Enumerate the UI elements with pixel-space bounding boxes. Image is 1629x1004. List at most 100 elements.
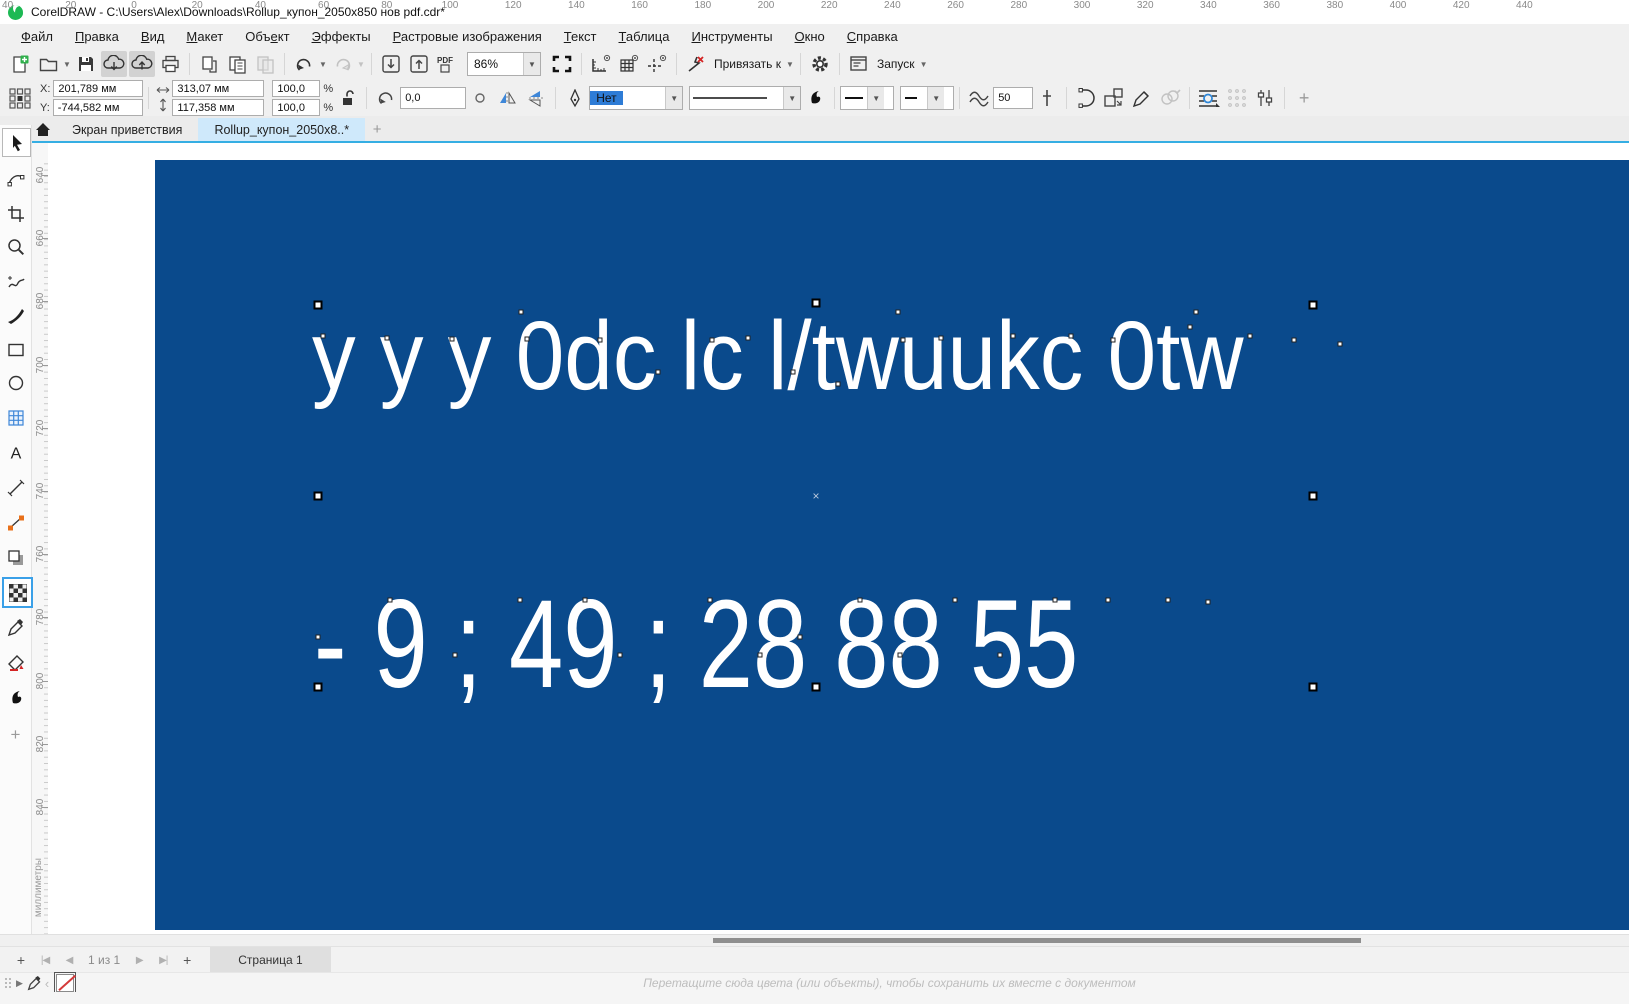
new-document-button[interactable] xyxy=(7,51,33,77)
adjust-sliders-icon[interactable] xyxy=(1252,85,1278,111)
ruler-corner[interactable] xyxy=(31,143,48,158)
show-grid-button[interactable] xyxy=(616,51,642,77)
horizontal-scrollbar-thumb[interactable] xyxy=(713,938,1361,943)
position-widget-icon[interactable] xyxy=(7,85,33,111)
curve-node-marker[interactable] xyxy=(320,333,326,339)
line-style-dropdown[interactable]: ▼ xyxy=(783,87,801,109)
undo-dropdown[interactable]: ▼ xyxy=(318,51,328,77)
menu-item-Файл[interactable]: Файл xyxy=(10,26,64,47)
smoothing-field[interactable]: 50 xyxy=(993,87,1034,109)
page-tab[interactable]: Страница 1 xyxy=(210,947,331,973)
add-plus-icon[interactable]: + xyxy=(1291,85,1317,111)
rectangle-tool[interactable] xyxy=(2,336,29,363)
selection-handle[interactable] xyxy=(313,300,323,310)
curve-node-marker[interactable] xyxy=(384,335,390,341)
paste-button[interactable] xyxy=(252,51,278,77)
curve-node-marker[interactable] xyxy=(1291,337,1297,343)
menu-item-Эффекты[interactable]: Эффекты xyxy=(301,26,382,47)
fullscreen-preview-button[interactable] xyxy=(549,51,575,77)
zoom-dropdown-arrow[interactable]: ▼ xyxy=(523,53,540,75)
curve-node-marker[interactable] xyxy=(997,652,1003,658)
curve-node-marker[interactable] xyxy=(952,597,958,603)
vertical-ruler[interactable]: миллиметры 640 660 680 700 720 740 760 780 800 820… xyxy=(31,158,49,934)
start-arrowhead-dropdown[interactable]: ▼ xyxy=(867,87,885,109)
dimension-tool[interactable] xyxy=(2,474,29,501)
curve-node-marker[interactable] xyxy=(315,634,321,640)
selection-handle[interactable] xyxy=(313,491,323,501)
curve-node-marker[interactable] xyxy=(1165,597,1171,603)
add-page-button-2[interactable]: + xyxy=(176,949,198,971)
drawing-canvas[interactable]: y y y 0dc lc l/twuukc 0tw - 9 ; 49 ; 28 … xyxy=(48,158,1629,934)
shape-tool[interactable] xyxy=(2,165,29,192)
curve-node-marker[interactable] xyxy=(597,337,603,343)
curve-node-marker[interactable] xyxy=(757,652,763,658)
copy-button[interactable] xyxy=(196,51,222,77)
menu-item-Окно[interactable]: Окно xyxy=(784,26,836,47)
curve-node-marker[interactable] xyxy=(1010,333,1016,339)
canvas-text-line1[interactable]: y y y 0dc lc l/twuukc 0tw xyxy=(312,307,1243,404)
copy-props-icon[interactable] xyxy=(1129,85,1155,111)
zoom-tool[interactable] xyxy=(2,233,29,260)
curve-node-marker[interactable] xyxy=(745,335,751,341)
outline-tool[interactable] xyxy=(2,684,29,711)
curve-node-marker[interactable] xyxy=(524,336,530,342)
undo-button[interactable] xyxy=(291,51,317,77)
mirror-vertical-button[interactable] xyxy=(523,85,549,111)
blur-icon[interactable] xyxy=(1224,85,1250,111)
scale-corners-icon[interactable] xyxy=(1101,85,1127,111)
options-gear-button[interactable] xyxy=(807,51,833,77)
print-button[interactable] xyxy=(157,51,183,77)
curve-node-marker[interactable] xyxy=(617,652,623,658)
selection-handle[interactable] xyxy=(1308,300,1318,310)
curve-node-marker[interactable] xyxy=(835,381,841,387)
show-guidelines-button[interactable] xyxy=(644,51,670,77)
object-width-field[interactable]: 313,07 мм xyxy=(172,80,265,97)
cloud-save-button[interactable] xyxy=(129,51,155,77)
curve-node-marker[interactable] xyxy=(707,597,713,603)
outline-width-dropdown[interactable]: ▼ xyxy=(665,87,683,109)
selection-handle[interactable] xyxy=(811,298,821,308)
copy-props-check-icon[interactable] xyxy=(1157,85,1183,111)
scale-h-field[interactable]: 100,0 xyxy=(272,80,321,97)
curve-node-marker[interactable] xyxy=(518,309,524,315)
text-tool[interactable]: А xyxy=(2,439,29,466)
launch-label[interactable]: Запуск xyxy=(877,57,915,71)
fill-tool[interactable] xyxy=(2,649,29,676)
menu-item-Текст[interactable]: Текст xyxy=(553,26,608,47)
slider-icon[interactable] xyxy=(1034,85,1060,111)
first-page-button[interactable]: |◀ xyxy=(34,949,56,971)
table-tool[interactable] xyxy=(2,404,29,431)
duplicate-button[interactable] xyxy=(224,51,250,77)
x-position-field[interactable]: 201,789 мм xyxy=(53,80,144,97)
curve-node-marker[interactable] xyxy=(1205,599,1211,605)
publish-pdf-button[interactable]: PDF xyxy=(434,51,460,77)
end-arrowhead-combo[interactable]: ▼ xyxy=(900,86,955,110)
curve-node-marker[interactable] xyxy=(387,597,393,603)
tab-welcome-screen[interactable]: Экран приветствия xyxy=(56,118,198,141)
redo-button[interactable] xyxy=(329,51,355,77)
freehand-tool[interactable] xyxy=(2,268,29,295)
add-page-button[interactable]: + xyxy=(10,949,32,971)
show-rulers-button[interactable] xyxy=(588,51,614,77)
close-curve-icon[interactable] xyxy=(1073,85,1099,111)
mirror-horizontal-button[interactable] xyxy=(495,85,521,111)
start-arrowhead-combo[interactable]: ▼ xyxy=(840,86,895,110)
curve-node-marker[interactable] xyxy=(1068,333,1074,339)
curve-node-marker[interactable] xyxy=(1193,309,1199,315)
artistic-media-tool[interactable] xyxy=(2,301,29,328)
scale-v-field[interactable]: 100,0 xyxy=(272,99,321,116)
curve-node-marker[interactable] xyxy=(517,597,523,603)
cloud-open-button[interactable] xyxy=(101,51,127,77)
curve-node-marker[interactable] xyxy=(857,597,863,603)
menu-item-Справка[interactable]: Справка xyxy=(836,26,909,47)
artboard-object[interactable] xyxy=(155,160,1629,930)
zoom-level-combo[interactable]: 86% ▼ xyxy=(467,52,541,76)
menu-item-Объект[interactable]: Объект xyxy=(234,26,300,47)
curve-node-marker[interactable] xyxy=(1187,324,1193,330)
menu-item-Вид[interactable]: Вид xyxy=(130,26,176,47)
add-tool-button[interactable]: + xyxy=(2,721,29,748)
text-wrap-icon[interactable] xyxy=(1196,85,1222,111)
snap-off-button[interactable] xyxy=(683,51,709,77)
menu-item-Правка[interactable]: Правка xyxy=(64,26,130,47)
last-page-button[interactable]: ▶| xyxy=(152,949,174,971)
